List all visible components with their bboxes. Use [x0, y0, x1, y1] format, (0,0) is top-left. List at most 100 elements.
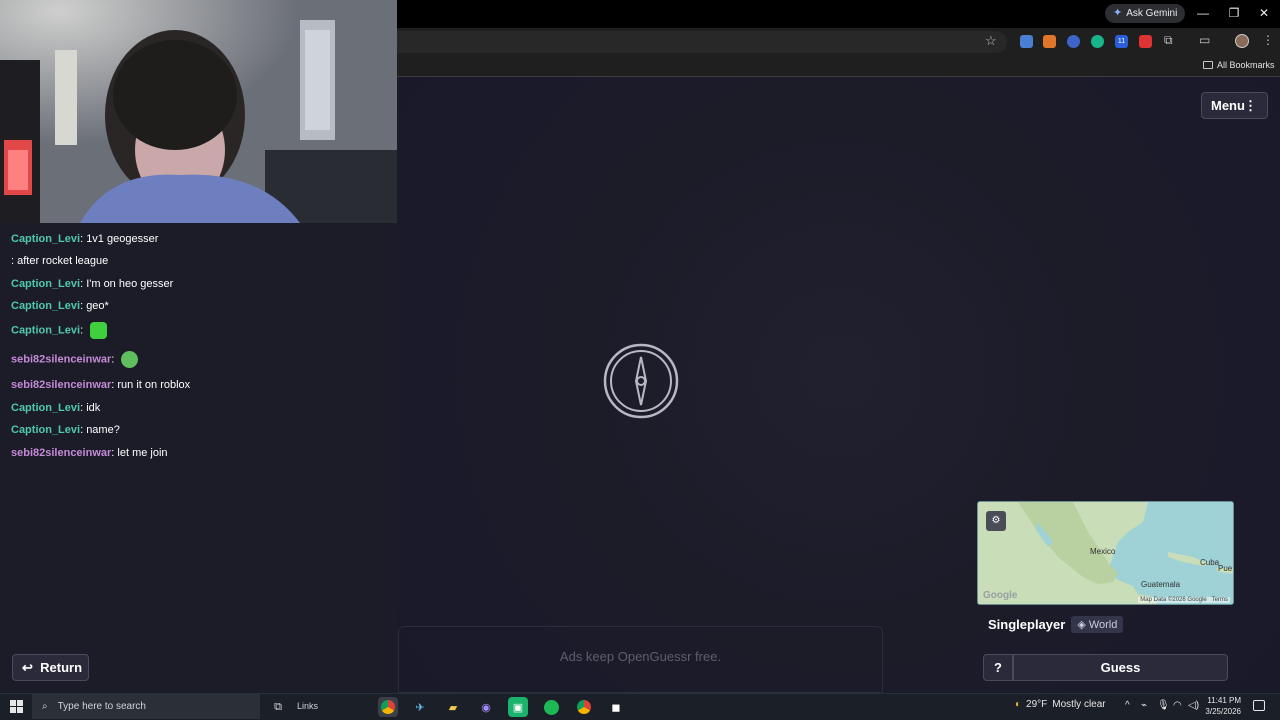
chat-username: sebi82silenceinwar	[11, 447, 112, 459]
volume-icon[interactable]: ◁)	[1188, 700, 1199, 711]
menu-label: Menu	[1211, 98, 1245, 113]
chat-message: sebi82silenceinwar: let me join	[11, 447, 168, 459]
chrome-profile-taskbar-icon[interactable]	[574, 697, 594, 717]
chat-text: :	[111, 353, 115, 366]
map-label-puerto-rico: Pue	[1218, 564, 1233, 573]
microphone-icon[interactable]: 🎙	[1157, 700, 1170, 711]
extensions-puzzle-icon[interactable]: ⧉	[1164, 33, 1173, 48]
ask-gemini-button[interactable]: ✦ Ask Gemini	[1105, 4, 1186, 23]
chat-text: : 1v1 geogesser	[80, 233, 159, 245]
wifi-icon[interactable]: ◠	[1173, 700, 1182, 711]
chat-message: : after rocket league	[11, 255, 108, 267]
chat-message: Caption_Levi: name?	[11, 424, 120, 436]
ask-gemini-label: Ask Gemini	[1126, 8, 1178, 19]
guess-minimap[interactable]: ⚙ Mexico Cuba Guatemala Pue Google Map D…	[977, 501, 1234, 605]
webcam-feed-image	[0, 0, 397, 223]
screen: ✦ Ask Gemini — ❐ ✕ ☆ 11 ⧉ ▭ ⋮ All Bookma…	[0, 0, 1280, 720]
chat-text: : name?	[80, 424, 120, 436]
frog-emote-icon	[90, 322, 108, 339]
all-bookmarks-label: All Bookmarks	[1217, 60, 1275, 70]
map-label-cuba: Cuba	[1200, 558, 1220, 567]
more-menu-icon[interactable]: ⋮	[1262, 33, 1274, 47]
chat-message: sebi82silenceinwar:	[11, 351, 139, 368]
clock-date: 3/25/2026	[1205, 707, 1241, 716]
temperature: 29°F	[1026, 699, 1048, 710]
chat-message: Caption_Levi: I'm on heo gesser	[11, 278, 173, 290]
ad-placeholder: Ads keep OpenGuessr free.	[398, 626, 883, 693]
search-placeholder: Type here to search	[57, 701, 146, 712]
chat-text: : after rocket league	[11, 255, 109, 267]
map-attribution: Map Data ©2026 Google Terms	[1138, 597, 1230, 603]
chat-username: Caption_Levi	[11, 278, 81, 290]
chevron-up-icon[interactable]: ^	[1125, 700, 1130, 711]
chat-username: Caption_Levi	[11, 300, 81, 312]
extension-icon[interactable]	[1067, 35, 1080, 48]
task-view-icon[interactable]: ⧉	[268, 697, 288, 717]
taskbar-search[interactable]: ⌕ Type here to search	[32, 694, 260, 719]
chat-text: : run it on roblox	[111, 379, 191, 391]
network-icon[interactable]: ⌁	[1141, 700, 1147, 711]
compass-loading-icon	[603, 343, 679, 419]
search-icon: ⌕	[42, 701, 48, 712]
chat-text: : I'm on heo gesser	[80, 278, 174, 290]
file-explorer-icon[interactable]: ▰	[443, 697, 463, 717]
map-settings-icon[interactable]: ⚙	[986, 511, 1006, 531]
chat-username: sebi82silenceinwar	[11, 353, 112, 366]
mode-row: Singleplayer ◈ World	[977, 612, 1234, 636]
chrome-taskbar-icon[interactable]	[378, 697, 398, 717]
app-taskbar-icon[interactable]: ◉	[476, 697, 496, 717]
close-window-button[interactable]: ✕	[1249, 4, 1279, 22]
steam-taskbar-icon[interactable]: ✈	[410, 697, 430, 717]
kebab-icon: ⋮	[1244, 98, 1257, 113]
profile-avatar[interactable]	[1235, 34, 1249, 48]
chat-text: : geo*	[80, 300, 109, 312]
map-attribution-text: Map Data ©2026 Google	[1140, 597, 1207, 603]
extension-icon[interactable]	[1020, 35, 1033, 48]
cast-icon[interactable]: ▭	[1199, 33, 1210, 47]
address-bar[interactable]	[390, 31, 1007, 53]
map-label-guatemala: Guatemala	[1141, 580, 1181, 589]
restore-button[interactable]: ❐	[1219, 4, 1249, 22]
spotify-taskbar-icon[interactable]	[541, 697, 561, 717]
folder-icon	[1203, 61, 1213, 69]
weather-condition: Mostly clear	[1052, 699, 1106, 710]
notification-icon[interactable]	[1253, 700, 1265, 711]
return-button[interactable]: ↩ Return	[12, 654, 89, 681]
map-terms-link[interactable]: Terms	[1212, 597, 1228, 603]
region-tag[interactable]: ◈ World	[1071, 615, 1124, 633]
chat-text: : idk	[80, 402, 101, 414]
chat-message: Caption_Levi: geo*	[11, 300, 109, 312]
extension-icon[interactable]	[1139, 35, 1152, 48]
bookmark-star-icon[interactable]: ☆	[985, 33, 997, 49]
gemini-spark-icon: ✦	[1113, 7, 1123, 19]
google-logo: Google	[983, 590, 1018, 601]
region-tag-label: World	[1088, 618, 1118, 631]
return-label: Return	[40, 660, 83, 675]
weather-widget[interactable]: ◐ 29°F Mostly clear	[1015, 699, 1106, 710]
all-bookmarks-button[interactable]: All Bookmarks	[1203, 60, 1275, 70]
chat-text: : let me join	[111, 447, 168, 459]
app-taskbar-icon[interactable]: ◼	[606, 697, 626, 717]
chat-message: Caption_Levi:	[11, 322, 108, 339]
extension-badge-icon[interactable]: 11	[1115, 35, 1128, 48]
menu-button[interactable]: Menu ⋮	[1201, 92, 1268, 119]
chat-username: Caption_Levi	[11, 324, 81, 337]
guess-button[interactable]: Guess	[1013, 654, 1228, 681]
extension-icon[interactable]	[1091, 35, 1104, 48]
taskbar-clock[interactable]: 11:41 PM 3/25/2026	[1201, 695, 1241, 717]
windows-start-icon[interactable]	[10, 700, 23, 713]
moon-weather-icon: ◐	[1015, 699, 1022, 710]
chat-message: Caption_Levi: idk	[11, 402, 100, 414]
links-toolbar[interactable]: Links	[297, 701, 318, 711]
chat-username: sebi82silenceinwar	[11, 379, 112, 391]
minimize-button[interactable]: —	[1188, 4, 1218, 22]
chat-username: Caption_Levi	[11, 424, 81, 436]
rss-extension-icon[interactable]	[1043, 35, 1056, 48]
chat-message: sebi82silenceinwar: run it on roblox	[11, 379, 190, 391]
alien-emote-icon	[121, 351, 139, 368]
app-taskbar-icon[interactable]: ▣	[508, 697, 528, 717]
return-arrow-icon: ↩	[22, 660, 33, 675]
help-button[interactable]: ?	[983, 654, 1013, 681]
chat-username: Caption_Levi	[11, 402, 81, 414]
map-label-mexico: Mexico	[1090, 547, 1116, 556]
